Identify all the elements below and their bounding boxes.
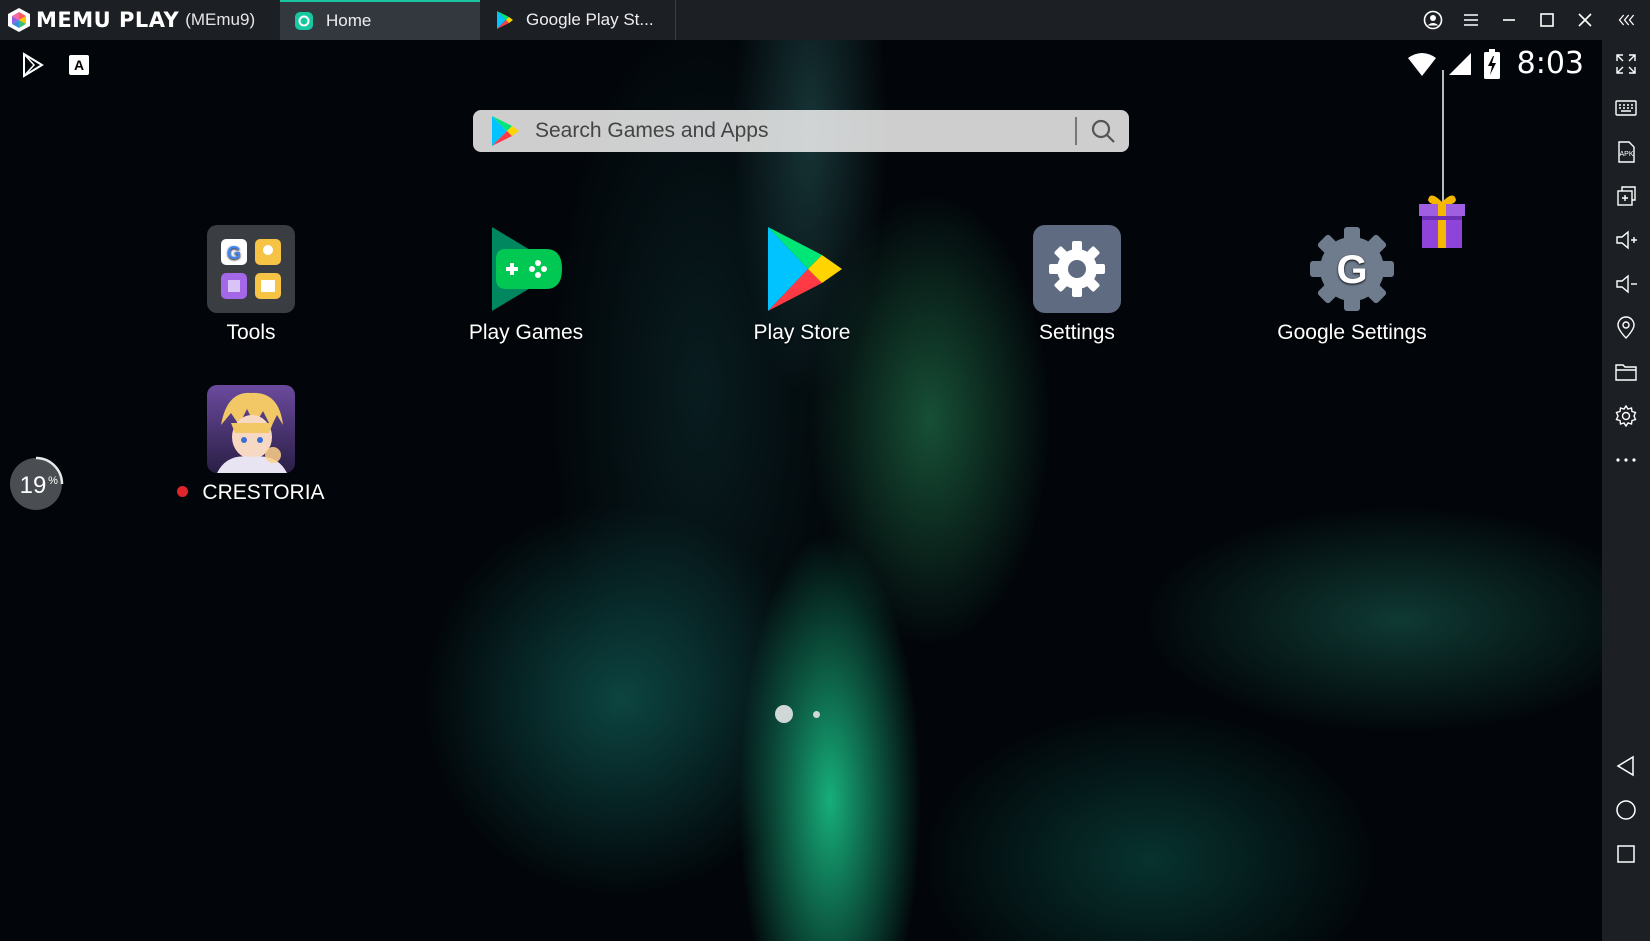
collapse-sidebar-button[interactable] bbox=[1604, 0, 1650, 40]
app-label: Settings bbox=[1039, 321, 1115, 344]
page-dot-active[interactable] bbox=[775, 705, 793, 723]
progress-unit: % bbox=[48, 475, 58, 487]
more-button[interactable] bbox=[1602, 438, 1650, 482]
maximize-button[interactable] bbox=[1528, 0, 1566, 40]
svg-text:G: G bbox=[227, 243, 241, 263]
app-google-settings[interactable]: G Google Settings bbox=[1252, 225, 1452, 345]
multi-window-icon bbox=[1617, 186, 1636, 206]
page-dot[interactable] bbox=[813, 710, 820, 718]
keymapping-button[interactable] bbox=[1602, 86, 1650, 130]
status-bar-right: 8:03 bbox=[1407, 46, 1584, 81]
app-tools[interactable]: G Tools bbox=[151, 225, 351, 345]
tab-home-label: Home bbox=[326, 11, 372, 30]
play-store-icon bbox=[492, 116, 519, 146]
home-icon bbox=[1616, 800, 1636, 820]
settings-gear-icon bbox=[1033, 225, 1121, 313]
app-label: Play Games bbox=[468, 321, 584, 344]
search-icon bbox=[1091, 119, 1115, 143]
play-protect-icon bbox=[23, 52, 44, 78]
android-home-button[interactable] bbox=[1602, 788, 1650, 832]
account-button[interactable] bbox=[1414, 0, 1452, 40]
fullscreen-button[interactable] bbox=[1602, 42, 1650, 86]
app-label: Tools bbox=[226, 321, 276, 344]
app-crestoria[interactable]: CRESTORIA bbox=[151, 385, 351, 505]
android-back-button[interactable] bbox=[1602, 744, 1650, 788]
tools-folder-icon: G bbox=[207, 225, 295, 313]
multi-instance-button[interactable] bbox=[1602, 174, 1650, 218]
tab-google-play-label: Google Play St... bbox=[526, 10, 654, 29]
maximize-icon bbox=[1540, 13, 1554, 27]
svg-text:A: A bbox=[74, 57, 84, 73]
close-icon bbox=[1578, 13, 1592, 27]
signal-icon bbox=[1448, 52, 1471, 75]
clock: 8:03 bbox=[1516, 46, 1584, 81]
volume-down-icon bbox=[1616, 274, 1637, 294]
minimize-button[interactable] bbox=[1490, 0, 1528, 40]
app-label-with-badge: CRESTORIA bbox=[151, 481, 351, 505]
volume-down-button[interactable] bbox=[1602, 262, 1650, 306]
emulator-sidebar: APK bbox=[1602, 40, 1650, 941]
settings-button[interactable] bbox=[1602, 394, 1650, 438]
play-games-icon bbox=[492, 227, 562, 311]
keyboard-a-icon: A bbox=[69, 55, 89, 75]
play-store-icon bbox=[497, 11, 513, 29]
app-settings[interactable]: Settings bbox=[977, 225, 1177, 345]
volume-up-button[interactable] bbox=[1602, 218, 1650, 262]
brand-name: MEMU PLAY bbox=[36, 8, 180, 32]
google-settings-icon: G bbox=[1310, 227, 1394, 311]
shared-folder-button[interactable] bbox=[1602, 350, 1650, 394]
home-app-icon bbox=[295, 12, 313, 30]
status-left: A bbox=[20, 52, 92, 78]
app-label: Play Store bbox=[753, 321, 851, 344]
android-home-screen: A 8:03 Search Games and Apps G Tools Pla… bbox=[0, 40, 1602, 941]
app-label: CRESTORIA bbox=[202, 481, 325, 504]
app-play-games[interactable]: Play Games bbox=[426, 225, 626, 345]
settings-icon bbox=[1615, 404, 1637, 428]
close-button[interactable] bbox=[1566, 0, 1604, 40]
minimize-icon bbox=[1503, 19, 1515, 21]
android-recents-button[interactable] bbox=[1602, 832, 1650, 876]
apk-install-button[interactable]: APK bbox=[1602, 130, 1650, 174]
back-icon bbox=[1616, 755, 1634, 777]
location-button[interactable] bbox=[1602, 306, 1650, 350]
menu-button[interactable] bbox=[1452, 0, 1490, 40]
new-app-badge bbox=[177, 485, 189, 497]
volume-up-icon bbox=[1616, 230, 1637, 250]
svg-text:G: G bbox=[1336, 248, 1367, 292]
account-icon bbox=[1423, 10, 1443, 30]
wifi-icon bbox=[1407, 52, 1436, 76]
apk-icon: APK bbox=[1618, 141, 1635, 163]
tab-home[interactable]: Home bbox=[280, 0, 480, 40]
play-store-icon bbox=[768, 227, 842, 311]
svg-text:APK: APK bbox=[1619, 151, 1633, 158]
search-bar[interactable]: Search Games and Apps bbox=[473, 110, 1129, 152]
folder-icon bbox=[1615, 364, 1637, 381]
crestoria-game-icon bbox=[207, 385, 295, 473]
memu-logo-icon bbox=[8, 8, 30, 32]
keyboard-icon bbox=[1615, 100, 1637, 116]
brand: MEMU PLAY (MEmu9) bbox=[0, 0, 280, 40]
app-play-store[interactable]: Play Store bbox=[702, 225, 902, 345]
progress-value: 19 bbox=[20, 472, 47, 499]
tab-google-play[interactable]: Google Play St... bbox=[480, 0, 676, 40]
page-indicator bbox=[775, 705, 820, 723]
location-icon bbox=[1617, 316, 1635, 339]
progress-indicator[interactable]: 19 % bbox=[6, 452, 66, 512]
hamburger-icon bbox=[1464, 14, 1478, 26]
title-bar: MEMU PLAY (MEmu9) Home Google Play St... bbox=[0, 0, 1650, 40]
search-button[interactable] bbox=[1077, 110, 1129, 152]
app-label: Google Settings bbox=[1277, 321, 1427, 344]
chevrons-left-icon bbox=[1618, 14, 1635, 26]
instance-name: (MEmu9) bbox=[185, 10, 256, 29]
recents-icon bbox=[1617, 845, 1635, 863]
more-icon bbox=[1616, 458, 1636, 462]
battery-charging-icon bbox=[1483, 48, 1500, 79]
fullscreen-icon bbox=[1616, 54, 1636, 74]
window-controls bbox=[1414, 0, 1650, 40]
search-placeholder: Search Games and Apps bbox=[535, 119, 769, 142]
